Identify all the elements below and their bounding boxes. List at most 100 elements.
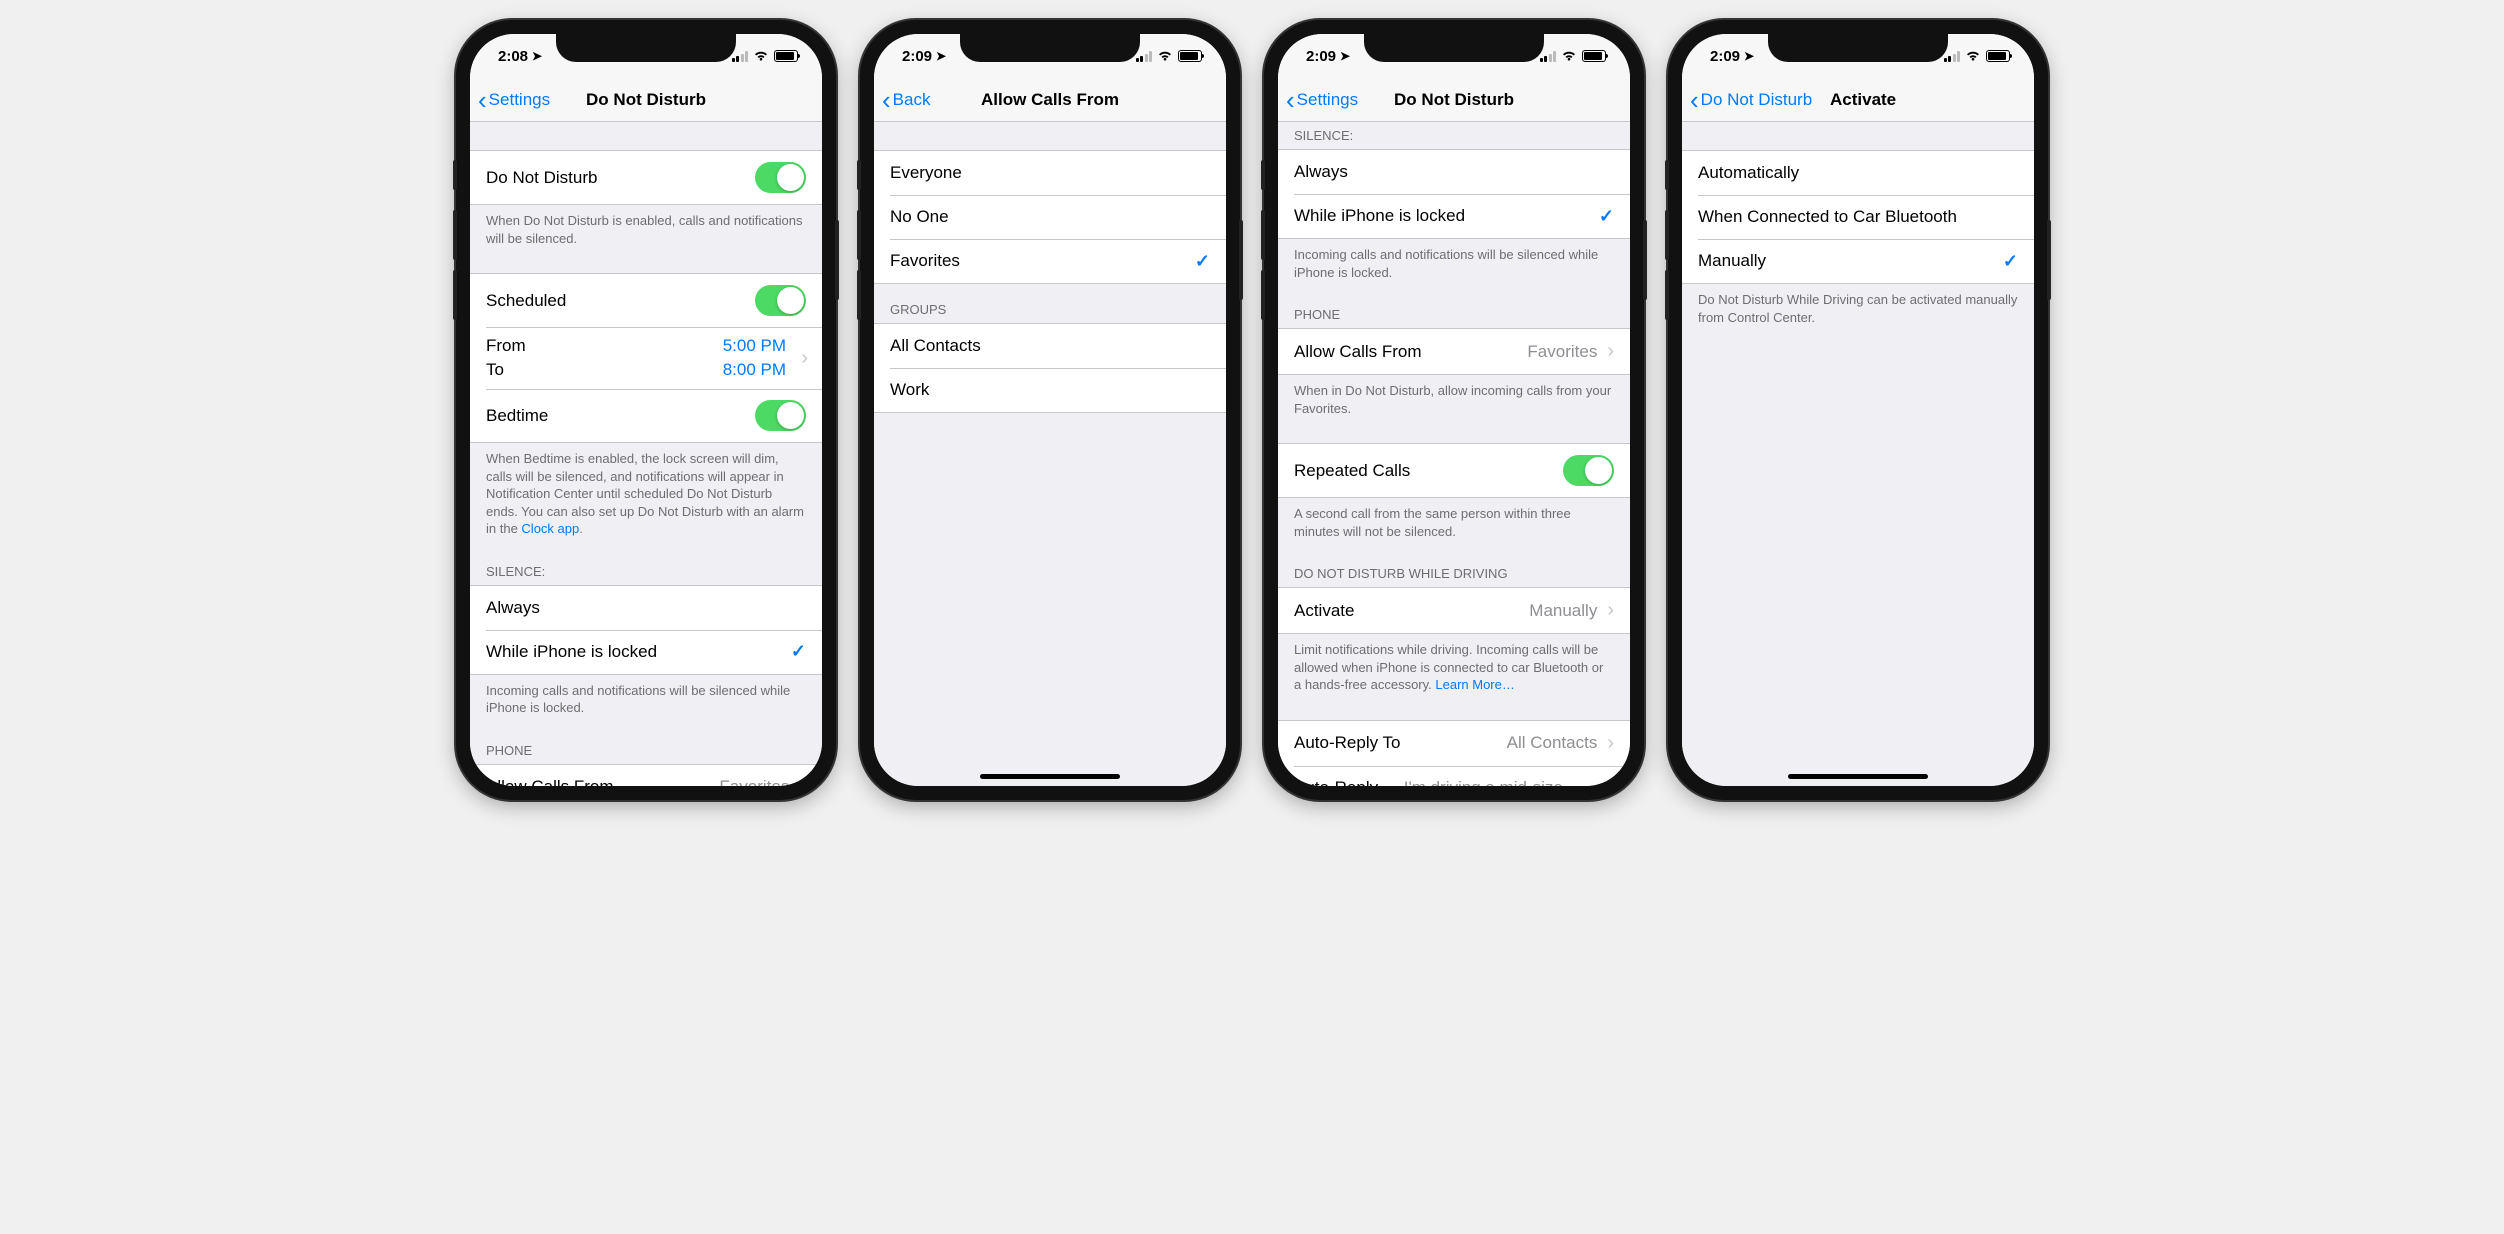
location-icon: ➤ bbox=[1340, 49, 1350, 63]
learn-more-link[interactable]: Learn More… bbox=[1435, 677, 1514, 692]
section-footer: Limit notifications while driving. Incom… bbox=[1278, 634, 1630, 702]
section-footer: Do Not Disturb While Driving can be acti… bbox=[1682, 284, 2034, 334]
option-everyone[interactable]: Everyone bbox=[874, 151, 1226, 195]
signal-icon bbox=[1944, 51, 1961, 62]
wifi-icon bbox=[753, 50, 769, 62]
row-value: All Contacts bbox=[1507, 733, 1598, 753]
allow-calls-row[interactable]: Allow Calls From Favorites › bbox=[1278, 329, 1630, 374]
status-time: 2:08 bbox=[498, 48, 528, 65]
chevron-left-icon: ‹ bbox=[478, 87, 487, 113]
toggle-switch-on[interactable] bbox=[755, 285, 806, 316]
home-indicator[interactable] bbox=[1788, 774, 1928, 779]
settings-content[interactable]: Everyone No One Favorites ✓ GROUPS All C… bbox=[874, 122, 1226, 786]
status-time: 2:09 bbox=[902, 48, 932, 65]
bedtime-toggle-row[interactable]: Bedtime bbox=[470, 389, 822, 442]
chevron-left-icon: ‹ bbox=[882, 87, 891, 113]
row-label: Bedtime bbox=[486, 406, 755, 426]
option-car-bluetooth[interactable]: When Connected to Car Bluetooth bbox=[1682, 195, 2034, 239]
battery-icon bbox=[1582, 50, 1606, 62]
signal-icon bbox=[1540, 51, 1557, 62]
scheduled-toggle-row[interactable]: Scheduled bbox=[470, 274, 822, 327]
row-label: Do Not Disturb bbox=[486, 168, 755, 188]
back-button[interactable]: ‹Do Not Disturb bbox=[1682, 87, 1812, 113]
toggle-switch-on[interactable] bbox=[755, 400, 806, 431]
location-icon: ➤ bbox=[532, 49, 542, 63]
group-work[interactable]: Work bbox=[874, 368, 1226, 412]
screen-4: 2:09 ➤ ‹Do Not Disturb Activate Automati… bbox=[1682, 34, 2034, 786]
status-time: 2:09 bbox=[1710, 48, 1740, 65]
battery-icon bbox=[1178, 50, 1202, 62]
checkmark-icon: ✓ bbox=[791, 641, 806, 662]
section-header: SILENCE: bbox=[1278, 122, 1630, 149]
activate-row[interactable]: Activate Manually › bbox=[1278, 588, 1630, 633]
settings-content[interactable]: SILENCE: Always While iPhone is locked ✓… bbox=[1278, 122, 1630, 786]
location-icon: ➤ bbox=[936, 49, 946, 63]
section-footer: When Do Not Disturb is enabled, calls an… bbox=[470, 205, 822, 255]
silence-always-row[interactable]: Always bbox=[470, 586, 822, 630]
nav-bar: ‹Do Not Disturb Activate bbox=[1682, 78, 2034, 122]
back-button[interactable]: ‹Settings bbox=[470, 87, 550, 113]
screen-2: 2:09 ➤ ‹Back Allow Calls From Everyone N… bbox=[874, 34, 1226, 786]
auto-reply-to-row[interactable]: Auto-Reply To All Contacts › bbox=[1278, 721, 1630, 766]
wifi-icon bbox=[1965, 50, 1981, 62]
signal-icon bbox=[1136, 51, 1153, 62]
settings-content[interactable]: Automatically When Connected to Car Blue… bbox=[1682, 122, 2034, 786]
clock-app-link[interactable]: Clock app bbox=[521, 521, 579, 536]
option-automatically[interactable]: Automatically bbox=[1682, 151, 2034, 195]
to-label: To bbox=[486, 360, 504, 380]
screen-1: 2:08 ➤ ‹Settings Do Not Disturb Do Not D… bbox=[470, 34, 822, 786]
row-value: I'm driving a mid-size vehicle ri… bbox=[1404, 778, 1584, 786]
notch bbox=[556, 34, 736, 62]
row-label: Scheduled bbox=[486, 291, 755, 311]
repeated-calls-row[interactable]: Repeated Calls bbox=[1278, 444, 1630, 497]
section-footer: When Bedtime is enabled, the lock screen… bbox=[470, 443, 822, 546]
toggle-switch-on[interactable] bbox=[755, 162, 806, 193]
schedule-time-row[interactable]: From5:00 PM To8:00 PM › bbox=[470, 327, 822, 389]
wifi-icon bbox=[1157, 50, 1173, 62]
silence-always-row[interactable]: Always bbox=[1278, 150, 1630, 194]
chevron-left-icon: ‹ bbox=[1690, 87, 1699, 113]
to-value: 8:00 PM bbox=[723, 360, 786, 380]
chevron-left-icon: ‹ bbox=[1286, 87, 1295, 113]
allow-calls-row[interactable]: Allow Calls From Favorites › bbox=[470, 765, 822, 786]
auto-reply-row[interactable]: Auto-Reply I'm driving a mid-size vehicl… bbox=[1278, 766, 1630, 786]
checkmark-icon: ✓ bbox=[2003, 251, 2018, 272]
silence-locked-row[interactable]: While iPhone is locked ✓ bbox=[470, 630, 822, 674]
back-button[interactable]: ‹Back bbox=[874, 87, 930, 113]
chevron-right-icon: › bbox=[801, 347, 808, 370]
section-header: DO NOT DISTURB WHILE DRIVING bbox=[1278, 548, 1630, 587]
from-value: 5:00 PM bbox=[723, 336, 786, 356]
option-manually[interactable]: Manually ✓ bbox=[1682, 239, 2034, 283]
iphone-frame-3: 2:09 ➤ ‹Settings Do Not Disturb SILENCE:… bbox=[1264, 20, 1644, 800]
nav-bar: ‹Settings Do Not Disturb bbox=[1278, 78, 1630, 122]
battery-icon bbox=[774, 50, 798, 62]
section-header: PHONE bbox=[470, 725, 822, 764]
battery-icon bbox=[1986, 50, 2010, 62]
row-value: Favorites bbox=[1527, 342, 1597, 362]
back-button[interactable]: ‹Settings bbox=[1278, 87, 1358, 113]
option-favorites[interactable]: Favorites ✓ bbox=[874, 239, 1226, 283]
iphone-frame-2: 2:09 ➤ ‹Back Allow Calls From Everyone N… bbox=[860, 20, 1240, 800]
settings-content[interactable]: Do Not Disturb When Do Not Disturb is en… bbox=[470, 122, 822, 786]
screen-3: 2:09 ➤ ‹Settings Do Not Disturb SILENCE:… bbox=[1278, 34, 1630, 786]
option-noone[interactable]: No One bbox=[874, 195, 1226, 239]
iphone-frame-1: 2:08 ➤ ‹Settings Do Not Disturb Do Not D… bbox=[456, 20, 836, 800]
home-indicator[interactable] bbox=[980, 774, 1120, 779]
signal-icon bbox=[732, 51, 749, 62]
status-time: 2:09 bbox=[1306, 48, 1336, 65]
section-footer: Incoming calls and notifications will be… bbox=[470, 675, 822, 725]
toggle-switch-on[interactable] bbox=[1563, 455, 1614, 486]
section-header: GROUPS bbox=[874, 284, 1226, 323]
chevron-right-icon: › bbox=[1607, 732, 1614, 755]
row-value: Favorites bbox=[719, 777, 789, 786]
section-footer: When in Do Not Disturb, allow incoming c… bbox=[1278, 375, 1630, 425]
checkmark-icon: ✓ bbox=[1195, 251, 1210, 272]
silence-locked-row[interactable]: While iPhone is locked ✓ bbox=[1278, 194, 1630, 238]
notch bbox=[960, 34, 1140, 62]
chevron-right-icon: › bbox=[1607, 777, 1614, 786]
dnd-toggle-row[interactable]: Do Not Disturb bbox=[470, 151, 822, 204]
section-footer: Incoming calls and notifications will be… bbox=[1278, 239, 1630, 289]
section-footer: A second call from the same person withi… bbox=[1278, 498, 1630, 548]
group-all-contacts[interactable]: All Contacts bbox=[874, 324, 1226, 368]
wifi-icon bbox=[1561, 50, 1577, 62]
